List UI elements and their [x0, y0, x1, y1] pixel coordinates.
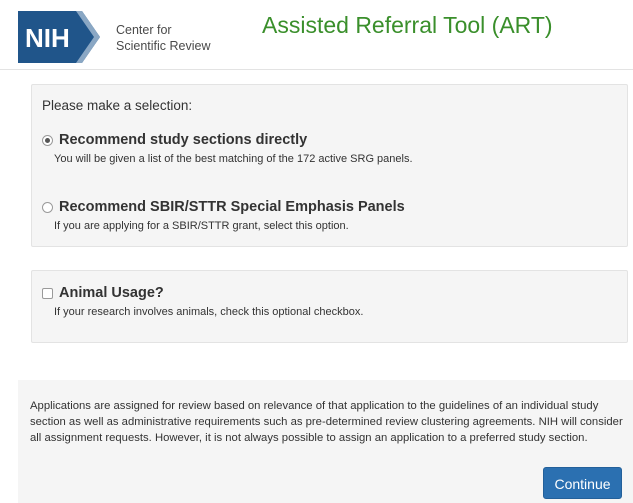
option-sbir-sttr-label[interactable]: Recommend SBIR/STTR Special Emphasis Pan…: [59, 199, 405, 215]
option-study-sections[interactable]: Recommend study sections directly You wi…: [42, 132, 413, 165]
logo-text: NIH: [25, 23, 70, 53]
animal-usage-checkbox[interactable]: [42, 287, 53, 299]
selection-prompt: Please make a selection:: [42, 98, 193, 113]
nih-logo: NIH: [18, 11, 100, 63]
animal-usage-desc: If your research involves animals, check…: [54, 306, 364, 318]
option-sbir-sttr[interactable]: Recommend SBIR/STTR Special Emphasis Pan…: [42, 199, 405, 232]
disclaimer-text: Applications are assigned for review bas…: [30, 400, 623, 444]
logo-subtitle: Center for Scientific Review: [116, 22, 210, 54]
option-animal-usage[interactable]: Animal Usage? If your research involves …: [42, 285, 363, 318]
animal-panel: Animal Usage? If your research involves …: [31, 270, 628, 343]
option-sbir-sttr-desc: If you are applying for a SBIR/STTR gran…: [54, 220, 349, 232]
radio-sbir-sttr[interactable]: [42, 201, 53, 213]
page-header: NIH Center for Scientific Review Assiste…: [0, 0, 633, 70]
option-study-sections-label[interactable]: Recommend study sections directly: [59, 132, 307, 148]
animal-usage-label[interactable]: Animal Usage?: [59, 285, 164, 301]
selection-panel: Please make a selection: Recommend study…: [31, 84, 628, 247]
footer: Applications are assigned for review bas…: [18, 380, 633, 503]
continue-button[interactable]: Continue: [543, 467, 622, 499]
radio-study-sections[interactable]: [42, 134, 53, 146]
page-title: Assisted Referral Tool (ART): [262, 12, 553, 38]
logo-subtitle-line2: Scientific Review: [116, 39, 211, 53]
option-study-sections-desc: You will be given a list of the best mat…: [54, 153, 413, 165]
logo-subtitle-line1: Center for: [116, 23, 172, 37]
